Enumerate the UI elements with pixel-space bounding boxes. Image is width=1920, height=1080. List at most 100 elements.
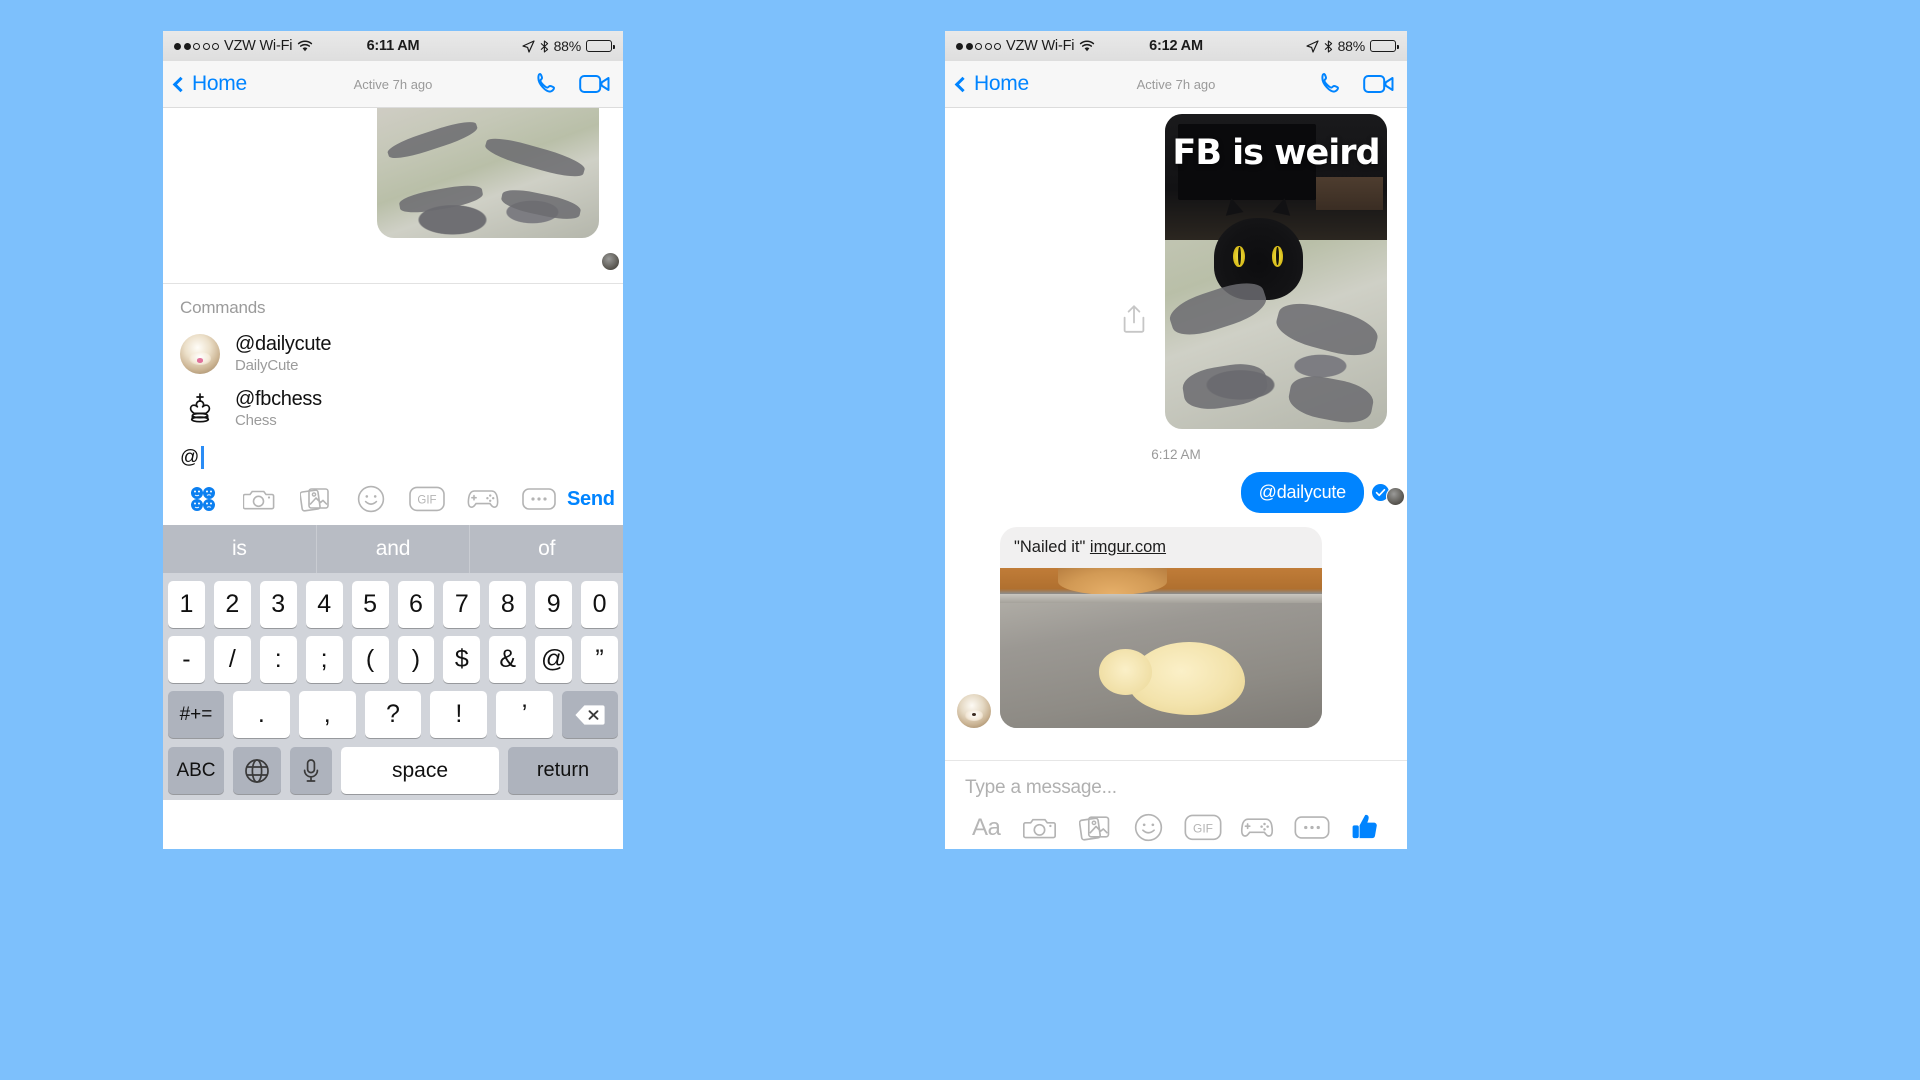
key-7[interactable]: 7 (443, 581, 481, 628)
gif-icon[interactable]: GIF (1176, 814, 1230, 841)
cookie-on-baking-sheet (1000, 568, 1322, 728)
composer-toolbar-right: Aa GIF (945, 812, 1407, 849)
message-input-right[interactable]: Type a message... (945, 761, 1407, 812)
key-quote[interactable]: ” (581, 636, 619, 683)
prediction-2[interactable]: of (469, 525, 623, 573)
apps-grid-icon[interactable] (175, 485, 231, 513)
key-6[interactable]: 6 (397, 581, 435, 628)
gif-icon[interactable]: GIF (399, 486, 455, 512)
prediction-1[interactable]: and (315, 525, 470, 573)
key-colon[interactable]: : (259, 636, 297, 683)
predictive-text-bar: is and of (163, 525, 623, 573)
key-ampersand[interactable]: & (489, 636, 527, 683)
share-upload-icon[interactable] (1121, 304, 1147, 334)
key-hyphen[interactable]: - (167, 636, 205, 683)
battery-icon (586, 40, 615, 52)
gamepad-icon[interactable] (1230, 815, 1284, 840)
chevron-left-icon (172, 76, 189, 92)
command-description: Chess (235, 412, 277, 429)
text-format-icon[interactable]: Aa (959, 814, 1013, 842)
key-2[interactable]: 2 (213, 581, 251, 628)
command-handle: @dailycute (235, 333, 332, 355)
key-question[interactable]: ? (364, 691, 422, 738)
key-paren-open[interactable]: ( (351, 636, 389, 683)
key-4[interactable]: 4 (305, 581, 343, 628)
photos-icon[interactable] (1068, 813, 1122, 842)
microphone-icon[interactable] (290, 747, 332, 794)
status-right-group: 88% (419, 38, 615, 54)
key-slash[interactable]: / (213, 636, 251, 683)
phone-call-icon[interactable] (533, 71, 559, 97)
keyboard-row-bottom: ABC space return (163, 738, 623, 794)
link-card-quote: "Nailed it" (1014, 538, 1086, 556)
video-camera-icon[interactable] (579, 72, 611, 96)
photo-message-bubble[interactable]: FB is weird (1165, 114, 1387, 429)
key-exclamation[interactable]: ! (430, 691, 488, 738)
key-symbols-toggle[interactable]: #+= (168, 691, 224, 738)
battery-percent-label: 88% (1337, 38, 1366, 54)
link-card-url[interactable]: imgur.com (1090, 538, 1166, 556)
command-item-dailycute[interactable]: @dailycute DailyCute (163, 326, 623, 381)
video-camera-icon[interactable] (1363, 72, 1395, 96)
key-at[interactable]: @ (535, 636, 573, 683)
phone-left: VZW Wi-Fi 6:11 AM 88% Home Active 7h ago… (163, 31, 623, 849)
back-button-right[interactable]: Home (954, 72, 1029, 96)
sticker-smiley-icon[interactable] (343, 485, 399, 513)
key-1[interactable]: 1 (167, 581, 205, 628)
send-button[interactable]: Send (567, 488, 621, 511)
outgoing-message-bubble[interactable]: @dailycute (1240, 472, 1364, 513)
prediction-0[interactable]: is (163, 525, 316, 573)
photo-message-bubble[interactable] (377, 108, 599, 238)
photo-caption: FB is weird (1172, 132, 1380, 173)
key-dollar[interactable]: $ (443, 636, 481, 683)
key-comma[interactable]: , (298, 691, 356, 738)
battery-icon (1370, 40, 1400, 52)
globe-icon[interactable] (233, 747, 281, 794)
status-left-group: VZW Wi-Fi (174, 38, 367, 54)
dog-avatar (180, 333, 220, 374)
cat-on-bed-photo (377, 108, 599, 238)
key-9[interactable]: 9 (535, 581, 573, 628)
camera-icon[interactable] (1013, 814, 1067, 841)
key-paren-close[interactable]: ) (397, 636, 435, 683)
battery-percent-label: 88% (553, 38, 582, 54)
message-input-left[interactable]: @ (163, 436, 623, 477)
phone-call-icon[interactable] (1317, 71, 1343, 97)
back-label: Home (192, 72, 247, 95)
camera-icon[interactable] (231, 486, 287, 512)
key-5[interactable]: 5 (351, 581, 389, 628)
key-apostrophe[interactable]: ’ (496, 691, 553, 738)
nav-actions-left (533, 71, 611, 97)
more-dots-icon[interactable] (1285, 815, 1339, 840)
incoming-message-row: "Nailed it" imgur.com (945, 513, 1407, 728)
link-card-header: "Nailed it" imgur.com (1000, 527, 1322, 568)
command-text-group: @fbchess Chess (235, 388, 322, 429)
key-period[interactable]: . (233, 691, 290, 738)
recipient-mini-avatar (601, 252, 620, 271)
key-return[interactable]: return (508, 747, 618, 794)
commands-title: Commands (180, 298, 266, 317)
key-0[interactable]: 0 (581, 581, 619, 628)
key-8[interactable]: 8 (489, 581, 527, 628)
cat-on-bed-photo: FB is weird (1165, 114, 1387, 429)
thumbs-up-icon[interactable] (1339, 812, 1393, 843)
back-button-left[interactable]: Home (172, 72, 247, 96)
message-timestamp: 6:12 AM (1151, 447, 1201, 462)
onscreen-keyboard: is and of 1 2 3 4 5 6 7 8 9 0 - / : ; (… (163, 525, 623, 800)
more-dots-icon[interactable] (511, 487, 567, 511)
signal-strength-dots (174, 42, 219, 50)
command-item-fbchess[interactable]: @fbchess Chess (163, 381, 623, 436)
chess-king-icon (180, 389, 220, 429)
key-space[interactable]: space (341, 747, 499, 794)
delete-backspace-icon[interactable] (561, 691, 618, 738)
key-semicolon[interactable]: ; (305, 636, 343, 683)
gamepad-icon[interactable] (455, 487, 511, 511)
svg-text:GIF: GIF (1193, 821, 1213, 835)
commands-suggestion-sheet: Commands @dailycute DailyCute @fbchess C… (163, 283, 623, 525)
key-3[interactable]: 3 (259, 581, 297, 628)
carrier-label: VZW Wi-Fi (1006, 38, 1075, 54)
photos-icon[interactable] (287, 485, 343, 513)
sticker-smiley-icon[interactable] (1122, 813, 1176, 842)
link-attachment-card[interactable]: "Nailed it" imgur.com (1000, 527, 1322, 728)
key-abc-toggle[interactable]: ABC (168, 747, 224, 794)
